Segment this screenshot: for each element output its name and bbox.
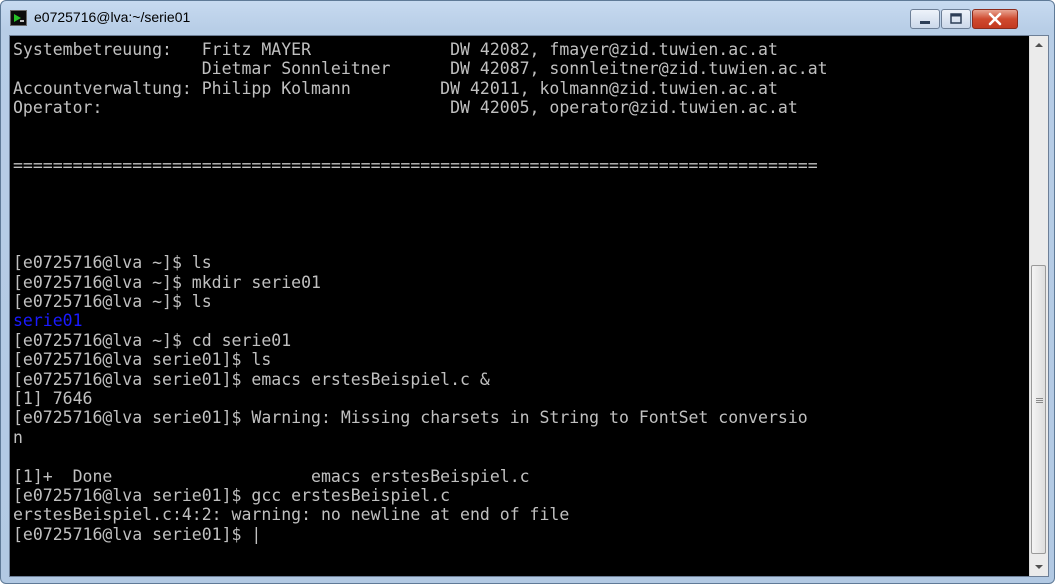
terminal-client-area: Systembetreuung: Fritz MAYER DW 42082, f… — [9, 35, 1049, 577]
close-icon — [988, 12, 1002, 26]
terminal-window: e0725716@lva:~/serie01 Systembetreuung: … — [0, 0, 1055, 584]
terminal-line: erstesBeispiel.c:4:2: warning: no newlin… — [13, 505, 1029, 524]
terminal-line: [e0725716@lva serie01]$ ls — [13, 350, 1029, 369]
terminal-line: [e0725716@lva serie01]$ Warning: Missing… — [13, 408, 1029, 427]
terminal-line: [e0725716@lva serie01]$ emacs erstesBeis… — [13, 370, 1029, 389]
terminal-line: [e0725716@lva ~]$ cd serie01 — [13, 331, 1029, 350]
arrow-down-icon — [1035, 565, 1043, 569]
terminal-line-text: Operator: DW 42005, operator@zid.tuwien.… — [13, 98, 798, 118]
terminal-line: [e0725716@lva ~]$ mkdir serie01 — [13, 273, 1029, 292]
terminal-line-text: Accountverwaltung: Philipp Kolmann DW 42… — [13, 78, 778, 98]
terminal-line-text: [e0725716@lva ~]$ mkdir serie01 — [13, 272, 321, 292]
minimize-button[interactable] — [910, 9, 940, 29]
window-title: e0725716@lva:~/serie01 — [34, 9, 191, 25]
terminal-line-text: [e0725716@lva serie01]$ Warning: Missing… — [13, 408, 808, 428]
scroll-thumb[interactable] — [1031, 265, 1046, 554]
terminal-line: Operator: DW 42005, operator@zid.tuwien.… — [13, 98, 1029, 117]
terminal-line: [e0725716@lva serie01]$ gcc erstesBeispi… — [13, 486, 1029, 505]
grip-icon — [1036, 398, 1043, 403]
terminal-line-text: [e0725716@lva ~]$ ls — [13, 292, 212, 312]
terminal-output[interactable]: Systembetreuung: Fritz MAYER DW 42082, f… — [10, 36, 1029, 576]
arrow-up-icon — [1035, 43, 1043, 47]
scroll-down-button[interactable] — [1030, 558, 1048, 576]
title-bar[interactable]: e0725716@lva:~/serie01 — [1, 1, 1054, 35]
terminal-line: n — [13, 428, 1029, 447]
terminal-line: ========================================… — [13, 156, 1029, 175]
terminal-line: [1] 7646 — [13, 389, 1029, 408]
scroll-up-button[interactable] — [1030, 36, 1048, 54]
terminal-line: Dietmar Sonnleitner DW 42087, sonnleitne… — [13, 59, 1029, 78]
terminal-line-text: [e0725716@lva serie01]$ ls — [13, 350, 272, 370]
close-button[interactable] — [972, 9, 1018, 29]
terminal-line-text: Dietmar Sonnleitner DW 42087, sonnleitne… — [13, 59, 828, 79]
putty-terminal-icon[interactable] — [10, 10, 27, 26]
terminal-line: [e0725716@lva ~]$ ls — [13, 292, 1029, 311]
terminal-line-text: Systembetreuung: Fritz MAYER DW 42082, f… — [13, 40, 778, 59]
terminal-line-text: ========================================… — [13, 156, 818, 176]
terminal-line: [1]+ Done emacs erstesBeispiel.c — [13, 467, 1029, 486]
terminal-line: [e0725716@lva serie01]$ | — [13, 525, 1029, 544]
terminal-line-text: [e0725716@lva serie01]$ gcc erstesBeispi… — [13, 485, 451, 505]
terminal-line: [e0725716@lva ~]$ ls — [13, 253, 1029, 272]
terminal-line: serie01 — [13, 311, 1029, 330]
terminal-line: Systembetreuung: Fritz MAYER DW 42082, f… — [13, 40, 1029, 59]
minimize-icon — [920, 21, 930, 24]
terminal-line-text: [e0725716@lva ~]$ cd serie01 — [13, 330, 292, 350]
directory-entry: serie01 — [13, 311, 83, 331]
terminal-line-text: erstesBeispiel.c:4:2: warning: no newlin… — [13, 505, 570, 525]
vertical-scrollbar[interactable] — [1029, 36, 1048, 576]
maximize-icon — [950, 13, 962, 24]
terminal-line-text: [e0725716@lva ~]$ ls — [13, 253, 212, 273]
terminal-line-text: [e0725716@lva serie01]$ — [13, 524, 252, 544]
terminal-line-text: n — [13, 427, 23, 447]
terminal-line: Accountverwaltung: Philipp Kolmann DW 42… — [13, 79, 1029, 98]
terminal-line-text: [e0725716@lva serie01]$ emacs erstesBeis… — [13, 369, 490, 389]
terminal-line-text: [1] 7646 — [13, 389, 93, 409]
text-cursor: | — [251, 524, 262, 544]
terminal-line-text: [1]+ Done emacs erstesBeispiel.c — [13, 466, 530, 486]
maximize-button[interactable] — [941, 9, 971, 29]
